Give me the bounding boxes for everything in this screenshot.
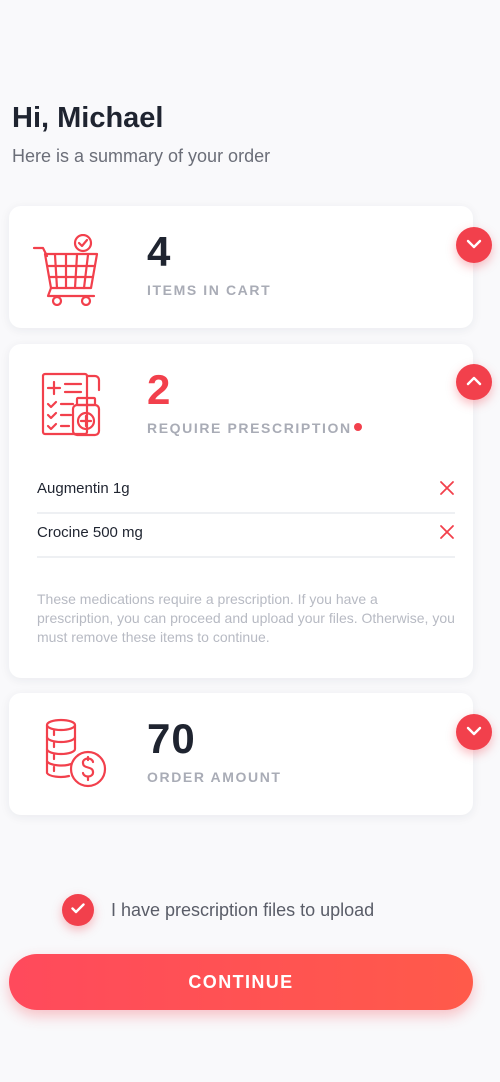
require-prescription-text: REQUIRE PRESCRIPTION [147,420,352,436]
coins-icon [45,717,117,789]
greeting-title: Hi, Michael [12,102,164,134]
continue-button[interactable]: CONTINUE [9,954,473,1010]
prescription-files-checkbox[interactable] [62,894,94,926]
expand-cart-button[interactable] [456,227,492,263]
order-amount-label: ORDER AMOUNT [147,769,282,785]
chevron-up-icon [466,373,482,391]
require-prescription-label: REQUIRE PRESCRIPTION [147,420,362,436]
expand-amount-button[interactable] [456,714,492,750]
prescription-files-checkbox-row[interactable]: I have prescription files to upload [62,893,374,927]
alert-dot [353,423,362,432]
collapse-prescription-button[interactable] [456,364,492,400]
medication-name: Crocine 500 mg [37,524,143,541]
list-item: Augmentin 1g [37,468,455,514]
medication-name: Augmentin 1g [37,480,130,497]
checkbox-label: I have prescription files to upload [111,899,375,920]
items-in-cart-label: ITEMS IN CART [147,282,272,298]
check-icon [71,901,85,919]
chevron-down-icon [466,723,482,741]
prescription-document-icon [39,370,111,442]
prescription-note: These medications require a prescription… [37,591,455,645]
close-icon[interactable] [439,480,455,496]
order-summary-subtitle: Here is a summary of your order [12,146,271,166]
items-count: 4 [147,228,172,275]
prescription-count: 2 [147,366,172,413]
shopping-cart-icon [31,233,103,307]
items-in-cart-card: 4 ITEMS IN CART [9,206,473,328]
chevron-down-icon [466,236,482,254]
require-prescription-card: 2 REQUIRE PRESCRIPTION Augmentin 1g Croc… [9,344,473,678]
list-item: Crocine 500 mg [37,512,455,558]
close-icon[interactable] [439,524,455,540]
order-amount-card: 70 ORDER AMOUNT [9,693,473,815]
order-amount-value: 70 [147,715,196,762]
